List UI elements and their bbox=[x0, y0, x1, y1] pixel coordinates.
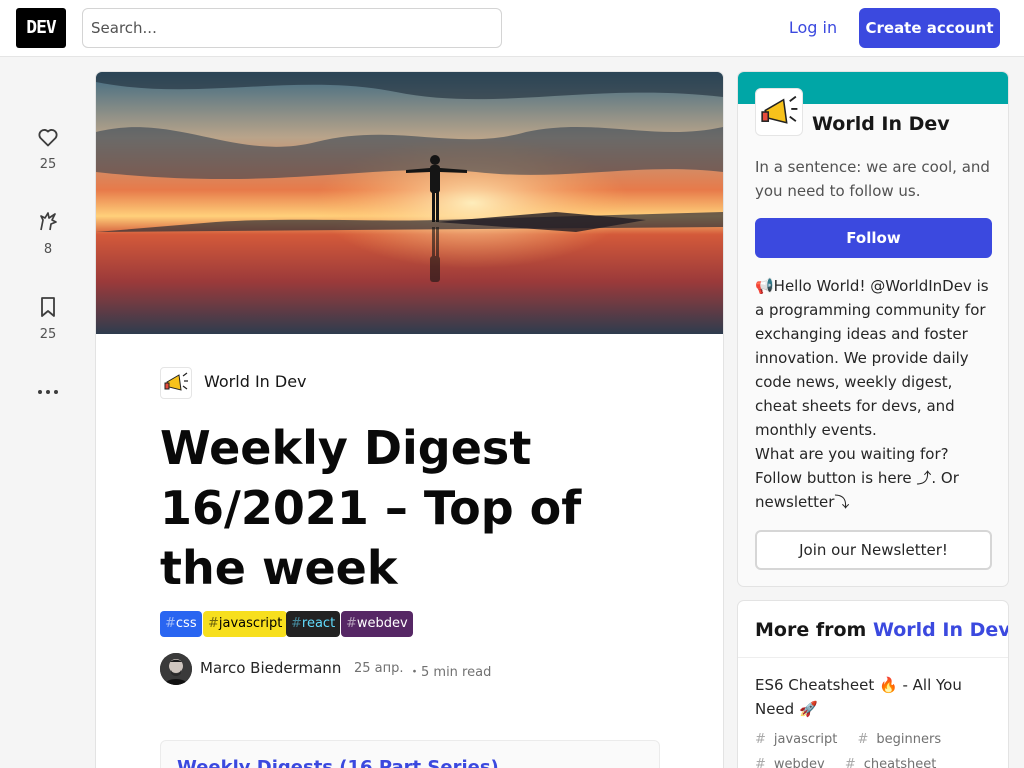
post-date: 25 апр. bbox=[354, 661, 404, 676]
search-input[interactable] bbox=[82, 8, 502, 48]
more-from-heading: More from World In Dev bbox=[755, 619, 1008, 641]
read-time: ・5 min read bbox=[408, 665, 492, 680]
org-card-avatar[interactable] bbox=[755, 88, 803, 136]
about-paragraph-1: 📢Hello World! @WorldInDev is a programmi… bbox=[755, 277, 989, 439]
about-paragraph-2: What are you waiting for? Follow button … bbox=[755, 445, 959, 511]
heart-icon bbox=[38, 129, 58, 147]
login-link[interactable]: Log in bbox=[776, 8, 850, 48]
more-tag[interactable]: # webdev bbox=[755, 757, 833, 768]
article-title: Weekly Digest 16/2021 – Top of the week bbox=[160, 421, 582, 595]
bookmark-count: 25 bbox=[39, 327, 57, 342]
more-from-card: More from World In Dev ES6 Cheatsheet 🔥 … bbox=[738, 601, 1008, 768]
tag-react[interactable]: #react bbox=[286, 611, 341, 637]
bookmark-reaction[interactable]: 25 bbox=[24, 295, 72, 342]
more-from-org-link[interactable]: World In Dev bbox=[873, 619, 1008, 641]
unicorn-count: 8 bbox=[43, 242, 53, 257]
bookmark-icon bbox=[41, 297, 55, 317]
more-tag[interactable]: # javascript bbox=[755, 732, 845, 747]
org-card-name[interactable]: World In Dev bbox=[812, 113, 950, 135]
more-tag[interactable]: # beginners bbox=[858, 732, 950, 747]
org-name[interactable]: World In Dev bbox=[204, 372, 307, 391]
megaphone-icon bbox=[164, 372, 188, 391]
like-count: 25 bbox=[39, 157, 57, 172]
org-avatar[interactable] bbox=[160, 367, 192, 399]
author-name[interactable]: Marco Biedermann bbox=[200, 659, 341, 677]
more-post-tags: # javascript # beginners # webdev # cheatshe… bbox=[755, 727, 999, 768]
person-photo bbox=[160, 653, 192, 685]
follow-button[interactable]: Follow bbox=[755, 218, 992, 258]
dev-logo[interactable]: DEV bbox=[16, 8, 66, 48]
series-box: Weekly Digests (16 Part Series) bbox=[160, 740, 660, 768]
megaphone-icon bbox=[761, 95, 798, 124]
unicorn-reaction[interactable]: 8 bbox=[24, 210, 72, 257]
like-reaction[interactable]: 25 bbox=[24, 125, 72, 172]
cover-image bbox=[96, 72, 723, 334]
series-link[interactable]: Weekly Digests (16 Part Series) bbox=[177, 757, 499, 768]
create-account-button[interactable]: Create account bbox=[859, 8, 1000, 48]
tag-webdev[interactable]: #webdev bbox=[341, 611, 413, 637]
author-avatar[interactable] bbox=[160, 653, 192, 685]
tag-css[interactable]: #css bbox=[160, 611, 202, 637]
org-card-about: 📢Hello World! @WorldInDev is a programmi… bbox=[755, 274, 995, 514]
more-options-icon[interactable] bbox=[36, 382, 60, 402]
more-tag[interactable]: # cheatsheet bbox=[845, 757, 944, 768]
more-post-title[interactable]: ES6 Cheatsheet 🔥 - All You Need 🚀 bbox=[755, 673, 999, 721]
newsletter-button[interactable]: Join our Newsletter! bbox=[755, 530, 992, 570]
divider bbox=[738, 657, 1008, 658]
tag-javascript[interactable]: #javascript bbox=[203, 611, 288, 637]
unicorn-icon bbox=[40, 212, 57, 231]
top-header: DEV Log in Create account bbox=[0, 0, 1024, 57]
org-card-summary: In a sentence: we are cool, and you need… bbox=[755, 158, 990, 200]
article-card: World In Dev Weekly Digest 16/2021 – Top… bbox=[96, 72, 723, 768]
org-card: World In Dev In a sentence: we are cool,… bbox=[738, 72, 1008, 586]
